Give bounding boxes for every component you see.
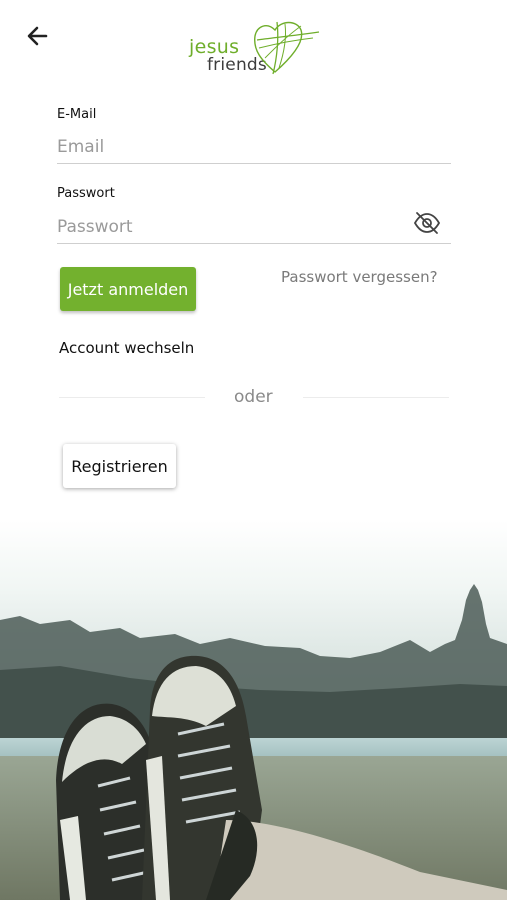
arrow-left-icon [27, 26, 48, 46]
app-logo: jesus friends [185, 18, 325, 80]
password-visibility-toggle[interactable] [413, 211, 441, 235]
login-button[interactable]: Jetzt anmelden [60, 267, 196, 311]
email-field[interactable] [57, 130, 451, 164]
divider-text: oder [234, 387, 273, 407]
divider-line-right [303, 397, 449, 398]
background-photo [0, 520, 507, 900]
switch-account-link[interactable]: Account wechseln [59, 339, 194, 357]
password-label: Passwort [57, 186, 115, 201]
email-label: E-Mail [57, 107, 97, 122]
eye-off-icon [413, 212, 441, 234]
forgot-password-link[interactable]: Passwort vergessen? [281, 268, 438, 286]
sneakers-photo [0, 520, 507, 900]
password-field[interactable] [57, 210, 451, 244]
register-button[interactable]: Registrieren [63, 444, 176, 488]
heart-cross-icon [254, 21, 320, 75]
back-button[interactable] [22, 20, 56, 52]
divider-line-left [59, 397, 205, 398]
